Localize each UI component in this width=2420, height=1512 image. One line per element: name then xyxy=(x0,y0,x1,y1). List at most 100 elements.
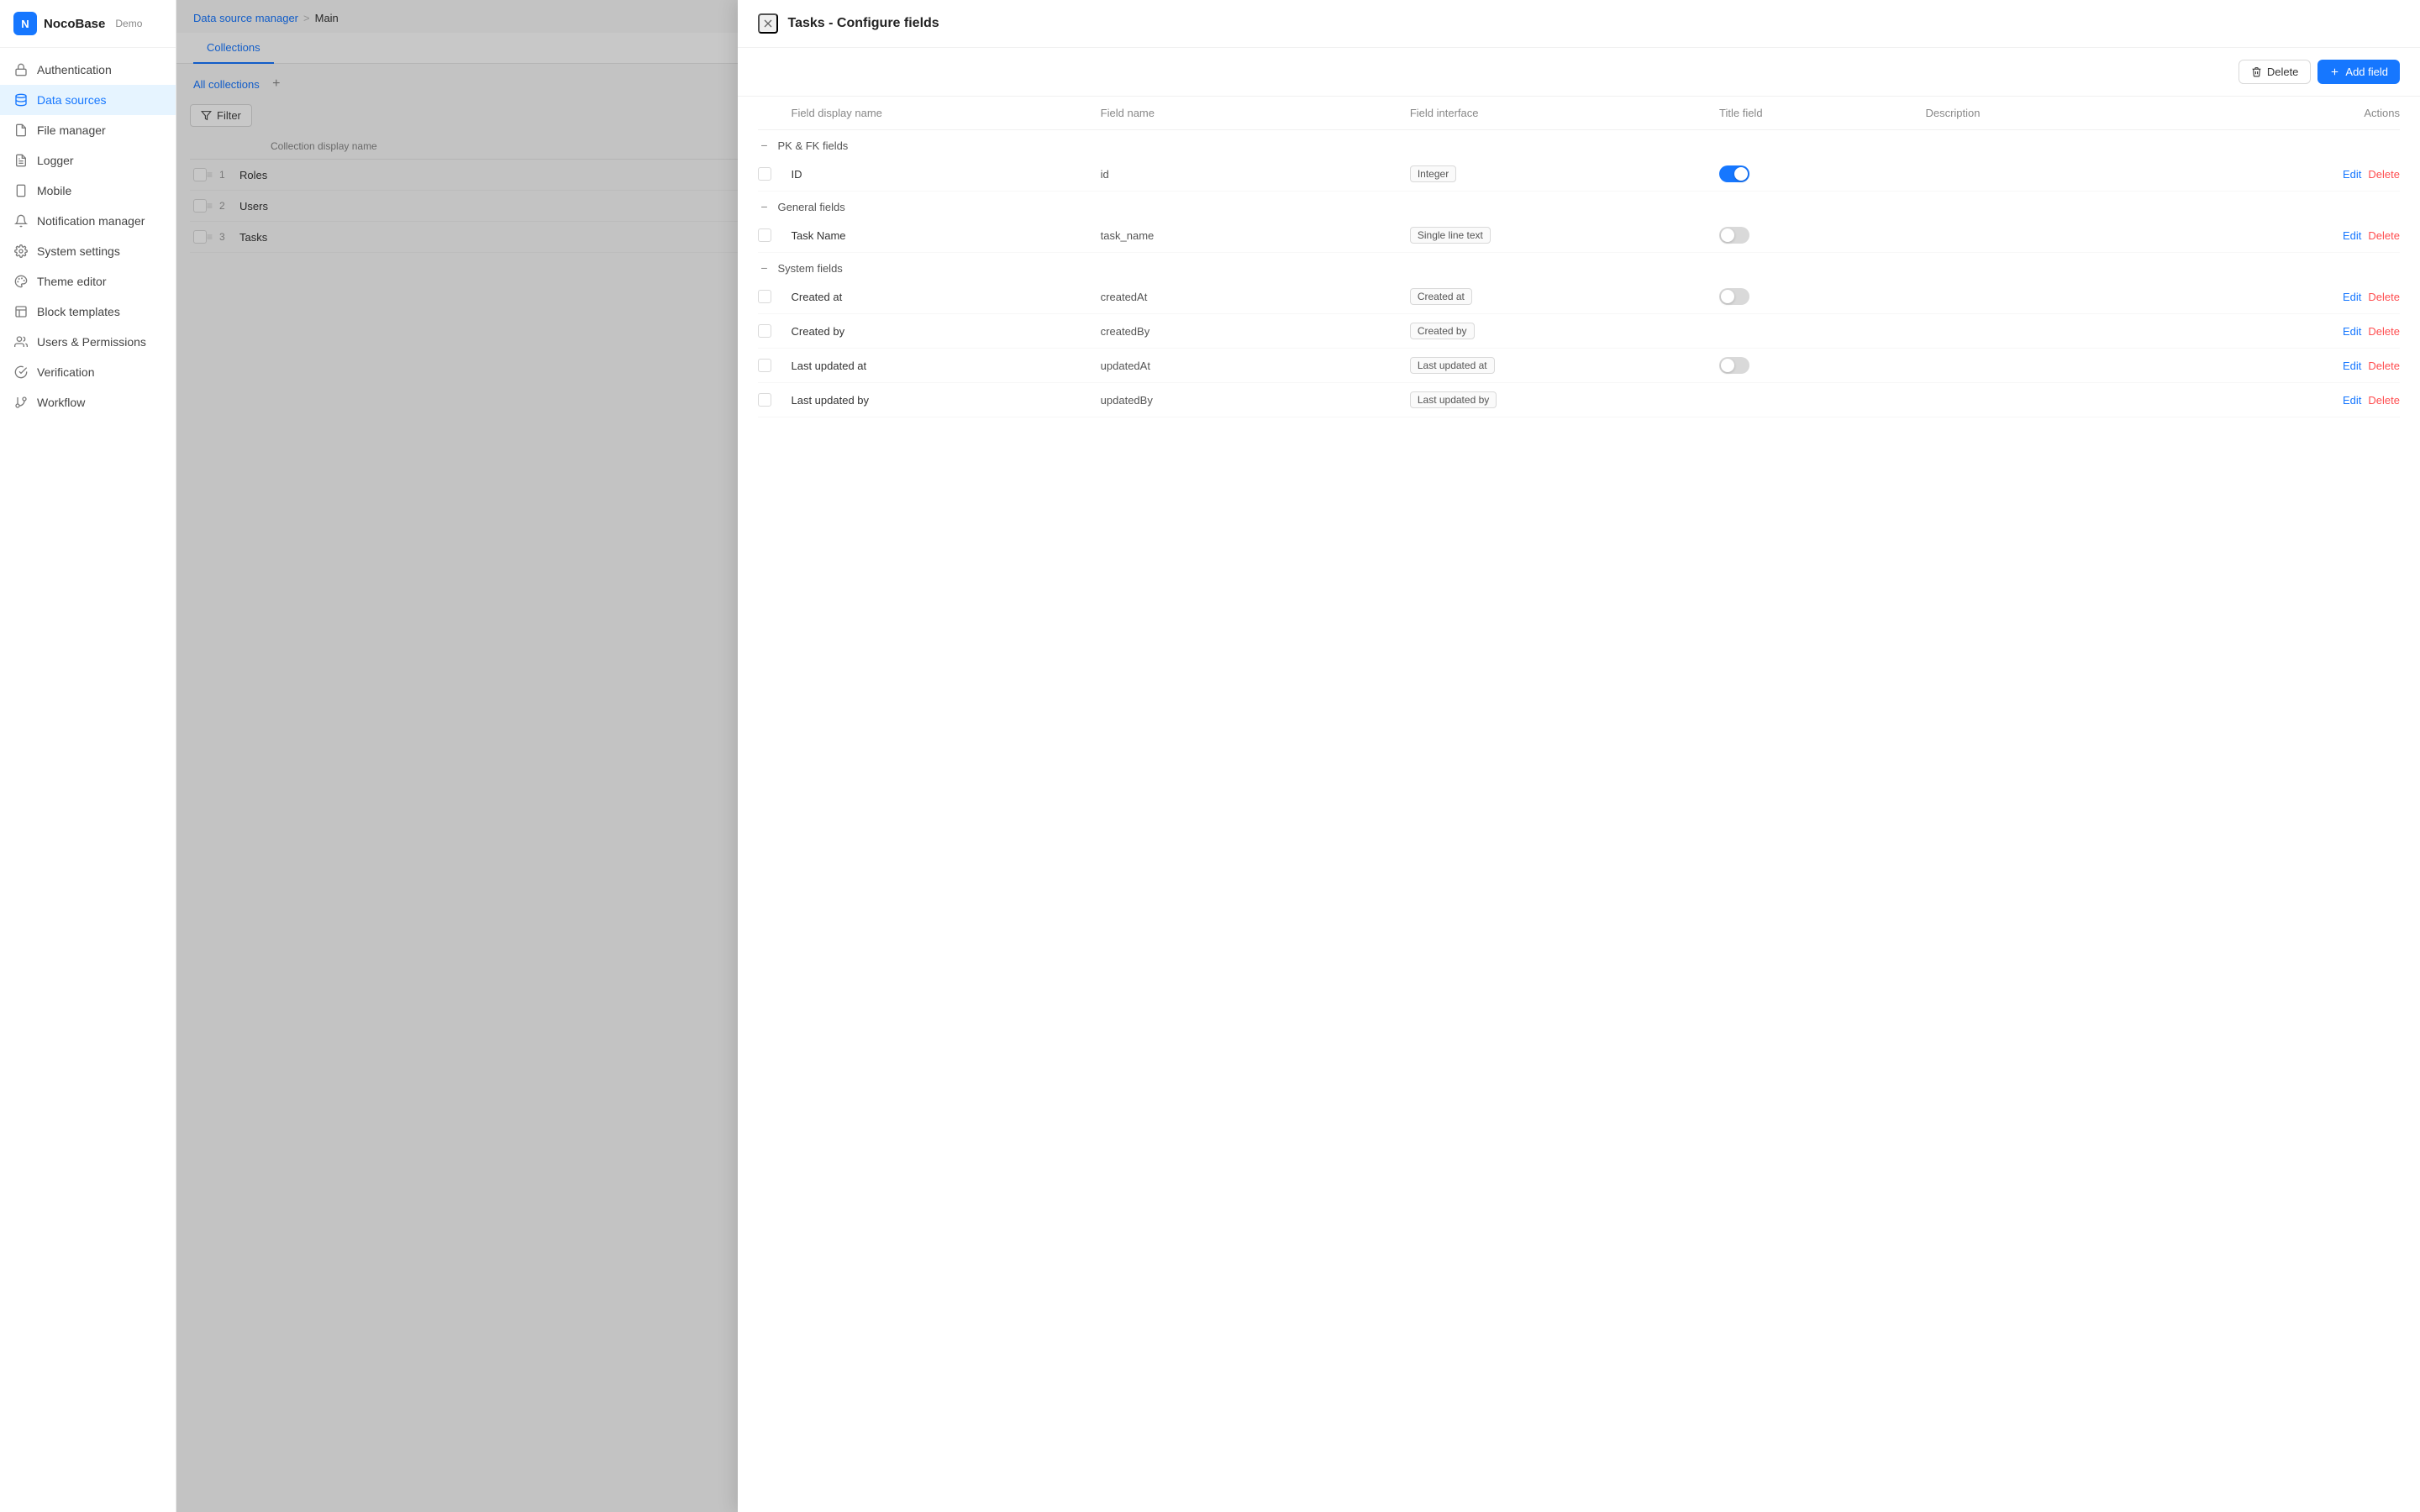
check-circle-icon xyxy=(13,365,29,380)
sidebar-nav: Authentication Data sources File manager… xyxy=(0,48,176,1512)
sidebar-item-label: System settings xyxy=(37,244,120,258)
delete-link-updated-by[interactable]: Delete xyxy=(2368,394,2400,407)
add-field-button[interactable]: Add field xyxy=(2317,60,2400,84)
sidebar-item-logger[interactable]: Logger xyxy=(0,145,176,176)
edit-link-updated-by[interactable]: Edit xyxy=(2343,394,2361,407)
sidebar-item-system-settings[interactable]: System settings xyxy=(0,236,176,266)
app-name: NocoBase xyxy=(44,17,105,31)
modal-close-button[interactable] xyxy=(758,13,778,34)
sidebar-item-label: Notification manager xyxy=(37,214,145,228)
field-row-task-name: Task Name task_name Single line text Edi… xyxy=(758,218,2401,253)
title-toggle-task[interactable] xyxy=(1719,227,1749,244)
field-row-id: ID id Integer Edit Delete xyxy=(758,157,2401,192)
section-label-pk-fk: PK & FK fields xyxy=(778,139,849,152)
edit-link-updated-at[interactable]: Edit xyxy=(2343,360,2361,372)
settings-icon xyxy=(13,244,29,259)
th-display-name: Field display name xyxy=(792,107,1101,119)
sidebar-item-block-templates[interactable]: Block templates xyxy=(0,297,176,327)
title-toggle-updated-at[interactable] xyxy=(1719,357,1749,374)
section-collapse-pk-fk[interactable]: − xyxy=(758,139,771,152)
th-field-name: Field name xyxy=(1101,107,1410,119)
field-display-name-created-at: Created at xyxy=(792,291,1101,303)
field-display-name-updated-at: Last updated at xyxy=(792,360,1101,372)
delete-link-created-at[interactable]: Delete xyxy=(2368,291,2400,303)
th-title-field: Title field xyxy=(1719,107,1925,119)
field-display-name-updated-by: Last updated by xyxy=(792,394,1101,407)
field-row-updated-at: Last updated at updatedAt Last updated a… xyxy=(758,349,2401,383)
sidebar-item-label: Data sources xyxy=(37,93,106,107)
field-interface-created-by: Created by xyxy=(1410,323,1475,339)
field-checkbox-updated-at[interactable] xyxy=(758,359,771,372)
field-checkbox-id[interactable] xyxy=(758,167,771,181)
th-actions: Actions xyxy=(2235,107,2400,119)
sidebar-item-label: Theme editor xyxy=(37,275,106,288)
sidebar-item-label: Mobile xyxy=(37,184,71,197)
configure-fields-modal: Tasks - Configure fields Delete Add fiel… xyxy=(738,0,2420,1512)
users-icon xyxy=(13,334,29,349)
sidebar-logo: N NocoBase Demo xyxy=(0,0,176,48)
field-checkbox-task-name[interactable] xyxy=(758,228,771,242)
field-row-updated-by: Last updated by updatedBy Last updated b… xyxy=(758,383,2401,417)
sidebar-item-label: File manager xyxy=(37,123,106,137)
sidebar-item-users-permissions[interactable]: Users & Permissions xyxy=(0,327,176,357)
section-collapse-general[interactable]: − xyxy=(758,200,771,213)
sidebar-item-verification[interactable]: Verification xyxy=(0,357,176,387)
section-pk-fk: − PK & FK fields xyxy=(758,130,2401,157)
sidebar-item-label: Block templates xyxy=(37,305,120,318)
delete-link-updated-at[interactable]: Delete xyxy=(2368,360,2400,372)
app-instance: Demo xyxy=(115,18,142,29)
section-system: − System fields xyxy=(758,253,2401,280)
sidebar-item-workflow[interactable]: Workflow xyxy=(0,387,176,417)
edit-link-id[interactable]: Edit xyxy=(2343,168,2361,181)
field-interface-task: Single line text xyxy=(1410,227,1491,244)
th-description: Description xyxy=(1925,107,2234,119)
edit-link-created-by[interactable]: Edit xyxy=(2343,325,2361,338)
sidebar-item-notification-manager[interactable]: Notification manager xyxy=(0,206,176,236)
section-general: − General fields xyxy=(758,192,2401,218)
layout-icon xyxy=(13,304,29,319)
sidebar-item-label: Workflow xyxy=(37,396,85,409)
field-interface-updated-at: Last updated at xyxy=(1410,357,1495,374)
field-row-created-by: Created by createdBy Created by Edit Del… xyxy=(758,314,2401,349)
th-interface: Field interface xyxy=(1410,107,1719,119)
sidebar-item-label: Verification xyxy=(37,365,94,379)
git-branch-icon xyxy=(13,395,29,410)
modal-title: Tasks - Configure fields xyxy=(788,16,2401,31)
delete-link-created-by[interactable]: Delete xyxy=(2368,325,2400,338)
section-label-general: General fields xyxy=(778,201,845,213)
field-interface-id: Integer xyxy=(1410,165,1456,182)
delete-link-task[interactable]: Delete xyxy=(2368,229,2400,242)
title-toggle-created-at[interactable] xyxy=(1719,288,1749,305)
field-display-name-task: Task Name xyxy=(792,229,1101,242)
field-name-id: id xyxy=(1101,168,1410,181)
main-area: Data source manager > Main Collections A… xyxy=(176,0,2420,1512)
sidebar-item-file-manager[interactable]: File manager xyxy=(0,115,176,145)
sidebar-item-data-sources[interactable]: Data sources xyxy=(0,85,176,115)
section-collapse-system[interactable]: − xyxy=(758,261,771,275)
sidebar-item-label: Logger xyxy=(37,154,74,167)
sidebar-item-label: Users & Permissions xyxy=(37,335,146,349)
bell-icon xyxy=(13,213,29,228)
field-checkbox-created-at[interactable] xyxy=(758,290,771,303)
delete-button[interactable]: Delete xyxy=(2238,60,2312,84)
field-name-updated-by: updatedBy xyxy=(1101,394,1410,407)
field-checkbox-updated-by[interactable] xyxy=(758,393,771,407)
field-row-created-at: Created at createdAt Created at Edit Del… xyxy=(758,280,2401,314)
sidebar: N NocoBase Demo Authentication Data sour… xyxy=(0,0,176,1512)
title-toggle-id[interactable] xyxy=(1719,165,1749,182)
file-text-icon xyxy=(13,153,29,168)
field-interface-created-at: Created at xyxy=(1410,288,1472,305)
field-checkbox-created-by[interactable] xyxy=(758,324,771,338)
edit-link-task[interactable]: Edit xyxy=(2343,229,2361,242)
sidebar-item-mobile[interactable]: Mobile xyxy=(0,176,176,206)
fields-table: Field display name Field name Field inte… xyxy=(738,97,2420,1512)
logo-icon: N xyxy=(13,12,37,35)
delete-link-id[interactable]: Delete xyxy=(2368,168,2400,181)
field-interface-updated-by: Last updated by xyxy=(1410,391,1497,408)
field-name-updated-at: updatedAt xyxy=(1101,360,1410,372)
sidebar-item-authentication[interactable]: Authentication xyxy=(0,55,176,85)
section-label-system: System fields xyxy=(778,262,843,275)
sidebar-item-theme-editor[interactable]: Theme editor xyxy=(0,266,176,297)
edit-link-created-at[interactable]: Edit xyxy=(2343,291,2361,303)
sidebar-item-label: Authentication xyxy=(37,63,112,76)
